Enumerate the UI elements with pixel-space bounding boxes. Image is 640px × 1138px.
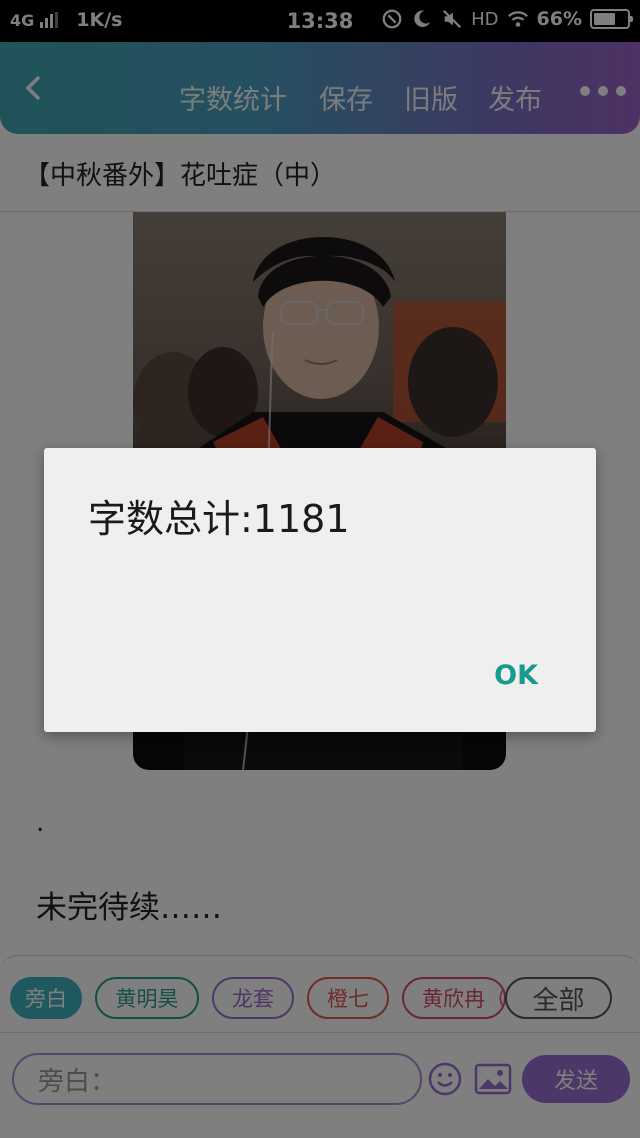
word-count-dialog: 字数总计:1181 OK: [44, 448, 596, 732]
ok-button[interactable]: OK: [494, 660, 538, 691]
dialog-message: 字数总计:1181: [88, 497, 350, 541]
